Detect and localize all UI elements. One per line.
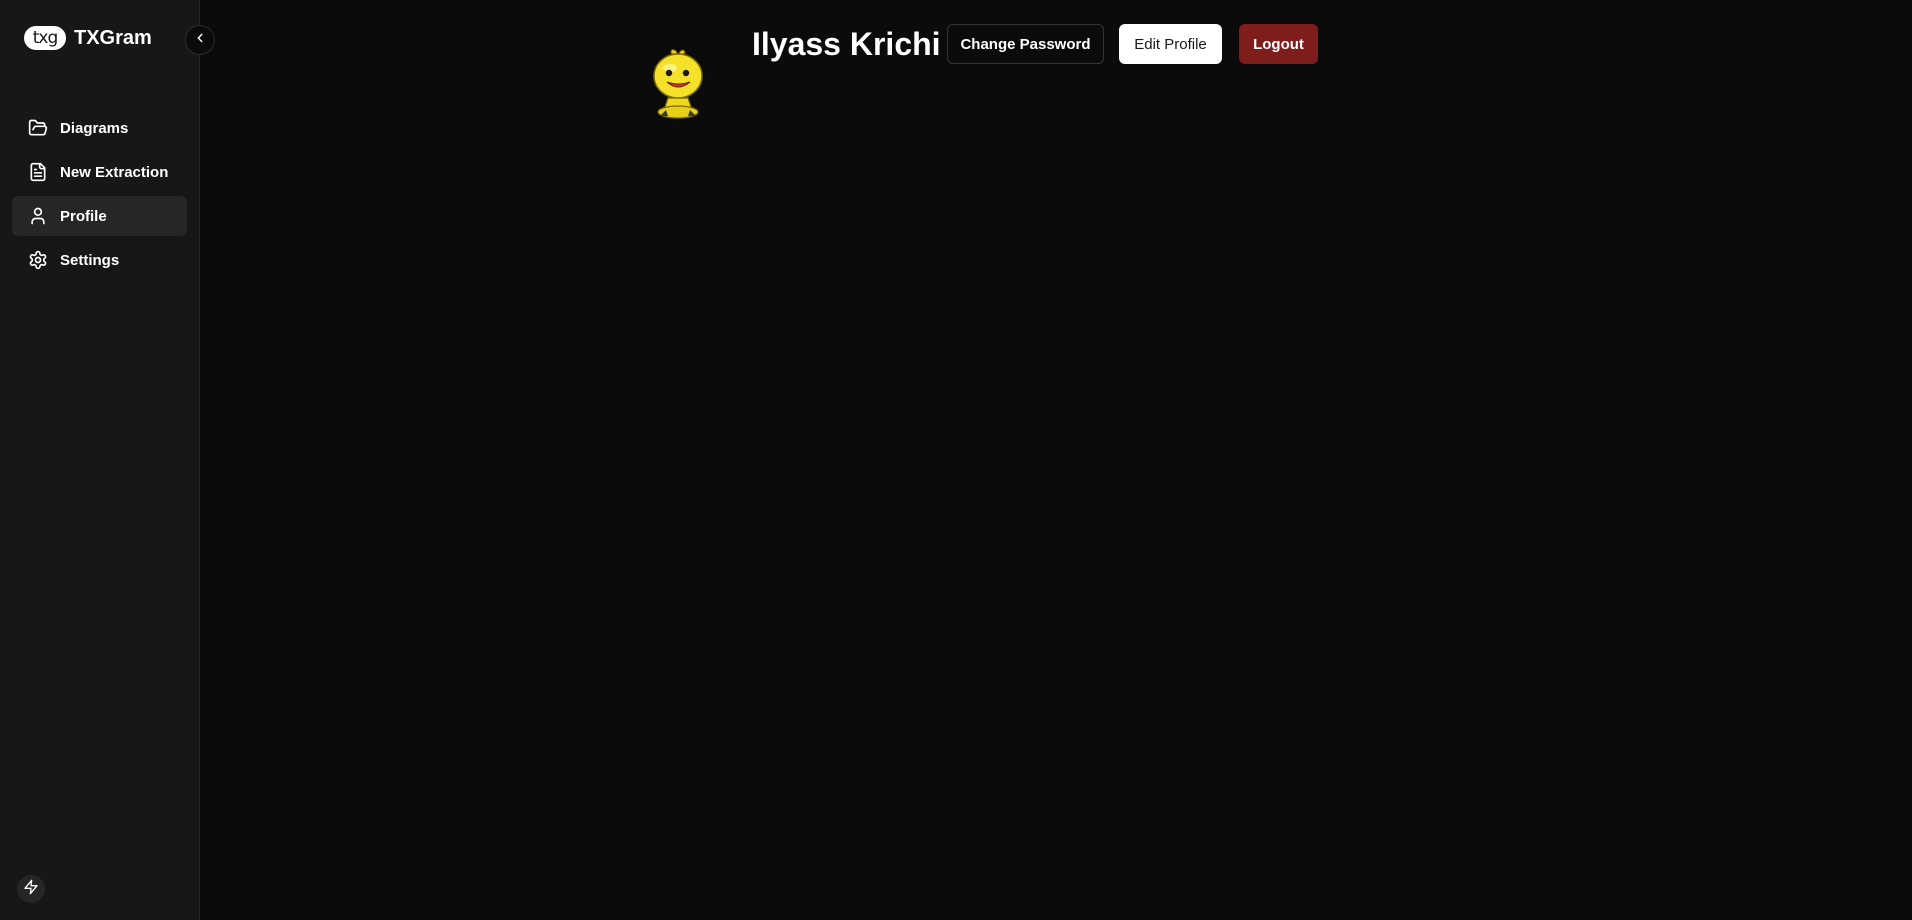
bolt-icon bbox=[23, 879, 39, 900]
sidebar-item-label: Diagrams bbox=[60, 119, 129, 137]
sidebar-item-label: Profile bbox=[60, 207, 107, 225]
sidebar-item-label: Settings bbox=[60, 251, 120, 269]
sidebar-item-new-extraction[interactable]: New Extraction bbox=[12, 152, 187, 192]
folder-open-icon bbox=[28, 118, 48, 138]
sidebar-item-diagrams[interactable]: Diagrams bbox=[12, 108, 187, 148]
sidebar-nav: Diagrams New Extraction Profile Settings bbox=[12, 108, 187, 284]
logout-button[interactable]: Logout bbox=[1239, 24, 1318, 64]
sidebar-item-settings[interactable]: Settings bbox=[12, 240, 187, 280]
sidebar: txg TXGram Diagrams New Extraction Profi… bbox=[0, 0, 200, 920]
gear-icon bbox=[28, 250, 48, 270]
change-password-button[interactable]: Change Password bbox=[947, 24, 1104, 64]
avatar[interactable] bbox=[650, 46, 708, 122]
main-content: Ilyass Krichi Change Password Edit Profi… bbox=[200, 0, 1912, 920]
app-root: txg TXGram Diagrams New Extraction Profi… bbox=[0, 0, 1912, 920]
brand-name: TXGram bbox=[74, 26, 152, 49]
sidebar-item-label: New Extraction bbox=[60, 163, 169, 181]
quick-action-button[interactable] bbox=[17, 875, 45, 903]
sidebar-item-profile[interactable]: Profile bbox=[12, 196, 187, 236]
avatar-character-icon bbox=[653, 49, 703, 119]
brand-logo: txg bbox=[24, 26, 66, 50]
sidebar-collapse-button[interactable] bbox=[185, 25, 215, 55]
brand[interactable]: txg TXGram bbox=[24, 24, 152, 52]
profile-name: Ilyass Krichi bbox=[752, 26, 941, 62]
chevron-left-icon bbox=[193, 31, 207, 50]
file-text-icon bbox=[28, 162, 48, 182]
user-icon bbox=[28, 206, 48, 226]
edit-profile-button[interactable]: Edit Profile bbox=[1119, 24, 1222, 64]
